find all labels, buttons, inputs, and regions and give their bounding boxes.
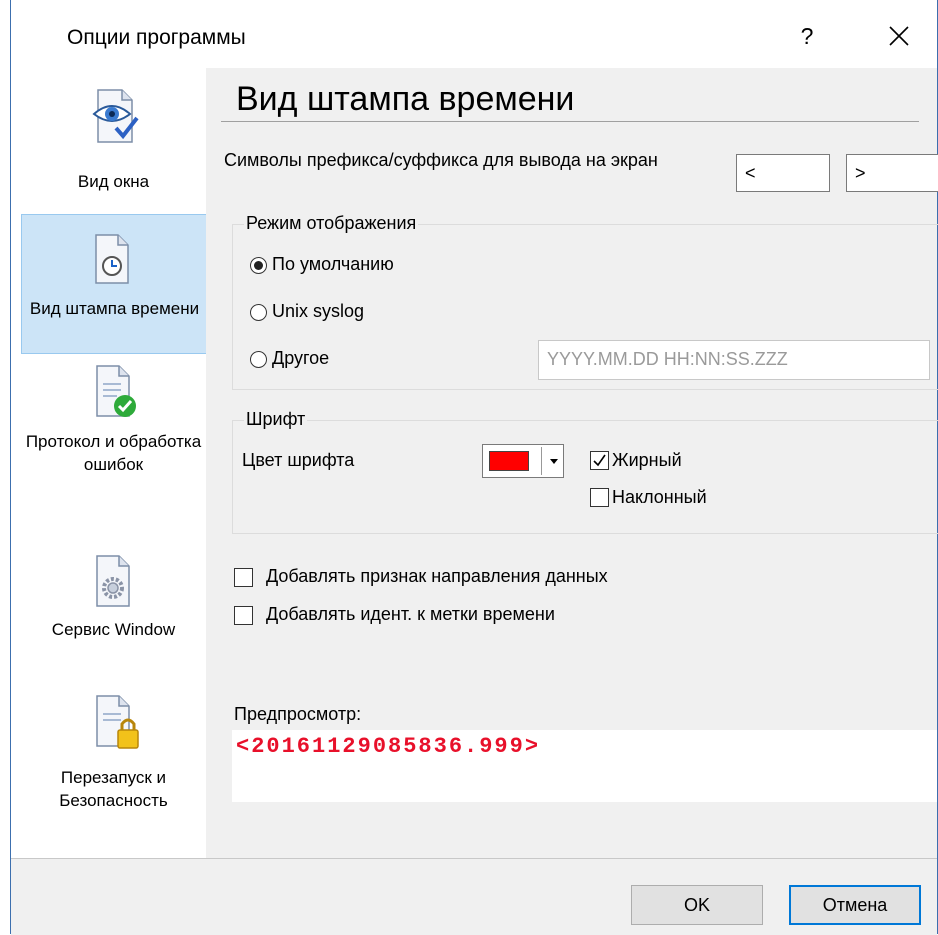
timestamp-id-checkbox[interactable] — [234, 606, 253, 625]
prefix-input[interactable]: < — [736, 154, 830, 192]
category-sidebar: Вид окна Вид штампа времени Протокол и о… — [11, 68, 208, 858]
checkmark-icon — [593, 454, 606, 467]
settings-panel: Вид штампа времени Символы префикса/суфф… — [206, 68, 938, 858]
italic-checkbox[interactable] — [590, 488, 609, 507]
title-bar: Опции программы ? — [11, 0, 937, 68]
window-title: Опции программы — [67, 26, 246, 49]
cancel-button[interactable]: Отмена — [789, 885, 921, 925]
gear-document-icon — [96, 555, 130, 607]
sidebar-item-restart-security[interactable]: Перезапуск и Безопасность — [21, 686, 206, 836]
sidebar-item-label: Протокол и обработка ошибок — [25, 432, 202, 474]
font-legend: Шрифт — [244, 409, 308, 430]
sidebar-item-label: Перезапуск и Безопасность — [59, 768, 168, 810]
custom-format-input[interactable]: YYYY.MM.DD HH:NN:SS.ZZZ — [538, 340, 930, 380]
bold-label[interactable]: Жирный — [612, 450, 682, 471]
timestamp-id-label[interactable]: Добавлять идент. к метки времени — [266, 604, 555, 625]
font-color-swatch — [489, 451, 529, 471]
display-mode-legend: Режим отображения — [244, 213, 419, 234]
data-direction-checkbox[interactable] — [234, 568, 253, 587]
eye-document-icon — [92, 89, 139, 143]
data-direction-label[interactable]: Добавлять признак направления данных — [266, 566, 608, 587]
radio-other[interactable] — [250, 351, 267, 368]
radio-unix-syslog[interactable] — [250, 304, 267, 321]
page-title: Вид штампа времени — [236, 80, 575, 118]
font-color-label: Цвет шрифта — [242, 450, 355, 470]
preview-text: <20161129085836.999> — [236, 734, 541, 759]
chevron-down-icon — [550, 459, 558, 464]
sidebar-item-label: Вид штампа времени — [29, 299, 200, 318]
title-divider — [221, 121, 919, 122]
font-group — [232, 420, 938, 534]
sidebar-item-logging-errors[interactable]: Протокол и обработка ошибок — [21, 356, 206, 520]
radio-default[interactable] — [250, 257, 267, 274]
close-icon — [889, 26, 909, 46]
checkmark-document-icon — [96, 365, 136, 417]
close-button[interactable] — [879, 18, 919, 54]
lock-document-icon — [96, 695, 139, 749]
radio-other-label[interactable]: Другое — [272, 348, 329, 369]
preview-label: Предпросмотр: — [234, 704, 362, 724]
ok-button[interactable]: OK — [631, 885, 763, 925]
help-button[interactable]: ? — [787, 18, 827, 54]
sidebar-item-label: Сервис Window — [51, 620, 176, 639]
sidebar-item-window-view[interactable]: Вид окна — [21, 80, 206, 212]
preview-box: <20161129085836.999> — [232, 730, 937, 802]
suffix-input[interactable]: > — [846, 154, 938, 192]
sidebar-item-timestamp-view[interactable]: Вид штампа времени — [21, 214, 208, 354]
bold-checkbox[interactable] — [590, 451, 609, 470]
options-dialog: Опции программы ? Вид окна Вид штампа вр… — [10, 0, 938, 935]
radio-unix-syslog-label[interactable]: Unix syslog — [272, 301, 364, 322]
dialog-footer: OK Отмена — [11, 858, 937, 935]
italic-label[interactable]: Наклонный — [612, 487, 707, 508]
radio-default-label[interactable]: По умолчанию — [272, 254, 394, 275]
prefix-suffix-label: Символы префикса/суффикса для вывода на … — [224, 150, 658, 170]
clock-document-icon — [95, 234, 129, 284]
font-color-picker[interactable] — [482, 444, 564, 478]
help-icon: ? — [800, 23, 814, 49]
sidebar-item-windows-service[interactable]: Сервис Window — [21, 548, 206, 668]
combo-separator — [541, 447, 542, 475]
sidebar-item-label: Вид окна — [77, 172, 150, 191]
